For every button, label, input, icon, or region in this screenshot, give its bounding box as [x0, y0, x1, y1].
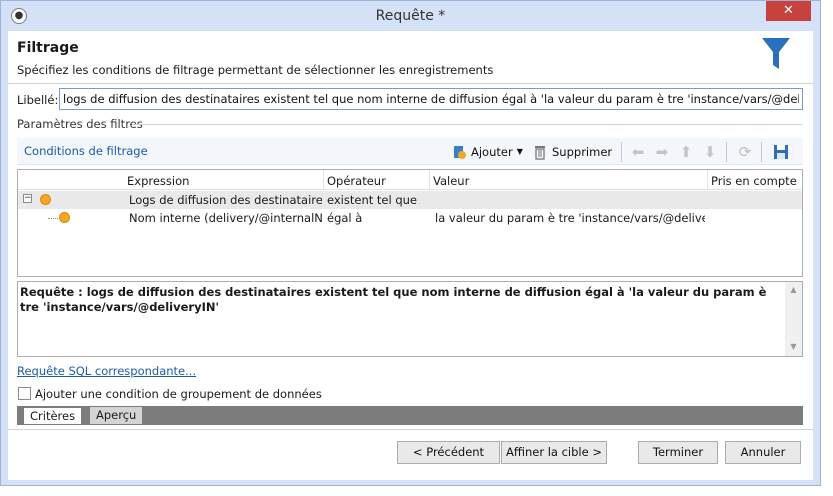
- add-button[interactable]: Ajouter ▼: [451, 142, 523, 161]
- tab-apercu[interactable]: Aperçu: [90, 407, 143, 424]
- filter-toolbar: Conditions de filtrage Ajouter ▼ Supprim…: [17, 138, 803, 165]
- grouping-checkbox[interactable]: [18, 387, 31, 400]
- column-divider: [323, 170, 324, 190]
- tab-criteres[interactable]: Critères: [23, 407, 83, 424]
- sql-query-link[interactable]: Requête SQL correspondante...: [17, 364, 196, 378]
- column-divider: [429, 170, 430, 190]
- conditions-link[interactable]: Conditions de filtrage: [24, 144, 148, 158]
- add-condition-icon: [454, 145, 466, 159]
- close-button[interactable]: ✕: [766, 1, 811, 21]
- table-row[interactable]: − Logs de diffusion des destinataires ..…: [18, 191, 802, 209]
- arrow-left-icon[interactable]: ⬅: [629, 143, 647, 161]
- row-expression: Nom interne (delivery/@internalName): [129, 211, 323, 225]
- toolbar-separator: [761, 142, 762, 162]
- delete-button[interactable]: Supprimer: [532, 142, 612, 161]
- save-icon[interactable]: [772, 143, 790, 161]
- column-header-considered[interactable]: Pris en compte s: [711, 174, 801, 188]
- chevron-down-icon[interactable]: ▼: [517, 147, 523, 156]
- toolbar-separator: [621, 142, 622, 162]
- add-button-label: Ajouter: [471, 144, 513, 159]
- query-preview: Requête : logs de diffusion des destinat…: [17, 281, 803, 357]
- cancel-button[interactable]: Annuler: [725, 441, 801, 464]
- grouping-checkbox-label[interactable]: Ajouter une condition de groupement de d…: [35, 387, 322, 401]
- condition-dot-icon: [59, 212, 70, 223]
- arrow-up-icon[interactable]: ⬆: [677, 143, 695, 161]
- vertical-scrollbar[interactable]: ▲ ▼: [785, 282, 802, 356]
- window-title: Requête *: [375, 8, 446, 24]
- condition-dot-icon: [40, 194, 51, 205]
- dialog-body: Filtrage Spécifiez les conditions de fil…: [8, 31, 813, 480]
- arrow-right-icon[interactable]: ➡: [653, 143, 671, 161]
- row-operator: existent tel que: [327, 193, 418, 207]
- refresh-icon[interactable]: ⟳: [736, 143, 754, 161]
- page-title: Filtrage: [17, 40, 79, 56]
- label-input[interactable]: [59, 88, 803, 110]
- trash-icon: [535, 145, 545, 160]
- column-header-expression[interactable]: Expression: [127, 174, 189, 188]
- row-value: la valeur du param è tre 'instance/vars/…: [435, 211, 705, 225]
- column-header-operator[interactable]: Opérateur: [327, 174, 386, 188]
- finish-button[interactable]: Terminer: [638, 441, 718, 464]
- refine-target-button[interactable]: Affiner la cible >: [501, 441, 607, 464]
- scroll-down-icon[interactable]: ▼: [787, 342, 800, 354]
- column-divider: [707, 170, 708, 190]
- footer-divider: [8, 429, 813, 430]
- column-header-value[interactable]: Valeur: [433, 174, 469, 188]
- toolbar-separator: [726, 142, 727, 162]
- label-field-label: Libellé:: [17, 93, 59, 107]
- delete-button-label: Supprimer: [552, 144, 613, 159]
- arrow-down-icon[interactable]: ⬇: [701, 143, 719, 161]
- title-bar[interactable]: ● Requête * ✕: [1, 1, 820, 31]
- row-operator: égal à: [327, 211, 363, 225]
- tabs-bar: Critères Aperçu: [17, 406, 803, 425]
- collapse-icon[interactable]: −: [23, 194, 32, 203]
- row-expression: Logs de diffusion des destinataires ...: [129, 193, 322, 207]
- params-divider: [132, 124, 802, 125]
- conditions-grid: Expression Opérateur Valeur Pris en comp…: [17, 169, 803, 277]
- dialog-window: ● Requête * ✕ Filtrage Spécifiez les con…: [0, 0, 821, 486]
- table-row[interactable]: Nom interne (delivery/@internalName) éga…: [18, 209, 802, 227]
- scroll-up-icon[interactable]: ▲: [787, 285, 800, 297]
- params-section-title: Paramètres des filtres: [17, 117, 143, 131]
- funnel-icon: [762, 38, 790, 69]
- header-divider: [8, 83, 813, 84]
- query-text: Requête : logs de diffusion des destinat…: [20, 285, 767, 314]
- page-subtitle: Spécifiez les conditions de filtrage per…: [17, 63, 494, 77]
- grid-header: Expression Opérateur Valeur Pris en comp…: [18, 170, 802, 190]
- previous-button[interactable]: < Précédent: [397, 441, 500, 464]
- tree-connector: [48, 218, 58, 219]
